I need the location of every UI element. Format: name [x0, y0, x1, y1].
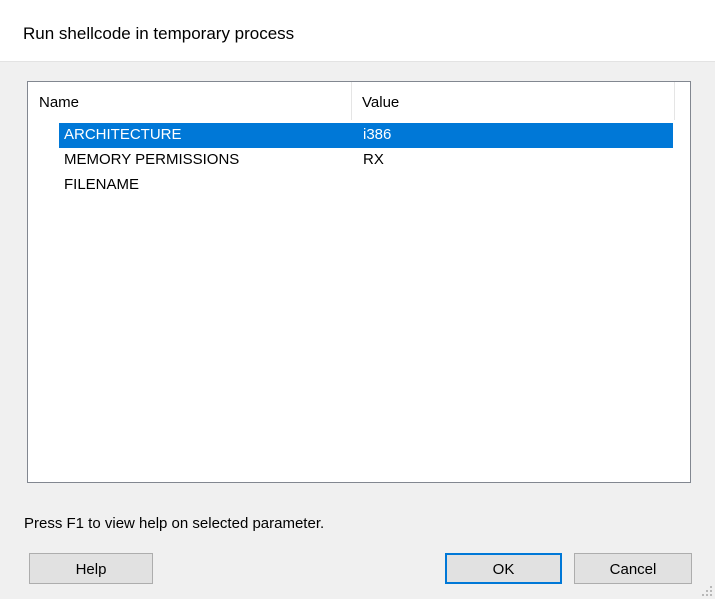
help-button[interactable]: Help [29, 553, 153, 584]
dialog-window: Run shellcode in temporary process Name … [0, 0, 715, 599]
row-name: ARCHITECTURE [64, 126, 182, 143]
row-value: i386 [363, 126, 392, 143]
column-header-value[interactable]: Value [352, 82, 675, 120]
list-row-architecture[interactable]: ARCHITECTURE i386 [28, 123, 690, 148]
list-rows: ARCHITECTURE i386 MEMORY PERMISSIONS RX … [28, 123, 690, 198]
cancel-button[interactable]: Cancel [574, 553, 692, 584]
column-header-name[interactable]: Name [28, 82, 352, 120]
row-value: RX [363, 151, 384, 168]
list-row-memory-permissions[interactable]: MEMORY PERMISSIONS RX [28, 148, 690, 173]
dialog-title: Run shellcode in temporary process [23, 24, 295, 43]
parameter-list[interactable]: Name Value ARCHITECTURE i386 MEMORY PERM… [27, 81, 691, 483]
row-name: FILENAME [64, 176, 140, 193]
list-header: Name Value [28, 82, 690, 120]
row-name: MEMORY PERMISSIONS [64, 151, 240, 168]
title-bar: Run shellcode in temporary process [0, 0, 715, 62]
ok-button[interactable]: OK [445, 553, 562, 584]
list-row-filename[interactable]: FILENAME [28, 173, 690, 198]
help-hint-text: Press F1 to view help on selected parame… [24, 515, 325, 532]
resize-grip-icon[interactable] [701, 585, 713, 597]
